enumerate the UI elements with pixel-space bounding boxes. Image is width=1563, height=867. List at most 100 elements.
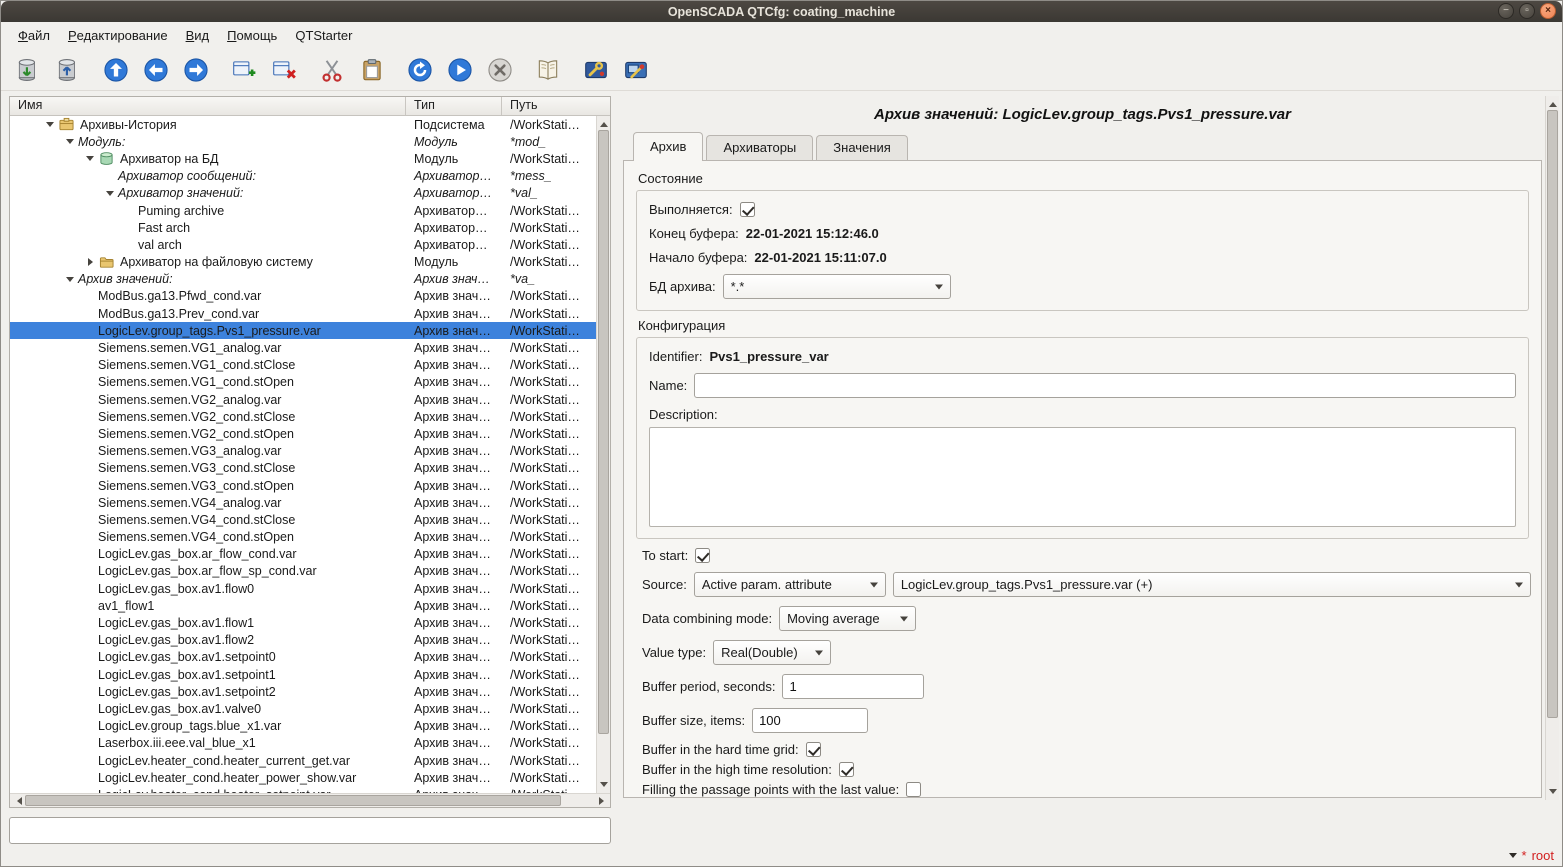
- tree-row[interactable]: LogicLev.gas_box.av1.flow2Архив знач…/Wo…: [10, 632, 596, 649]
- expander-closed-icon[interactable]: [82, 254, 98, 270]
- tree-row[interactable]: LogicLev.heater_cond.heater_current_get.…: [10, 752, 596, 769]
- tree-row[interactable]: Siemens.semen.VG1_cond.stOpenАрхив знач……: [10, 374, 596, 391]
- menu-view[interactable]: Вид: [177, 22, 219, 49]
- tree-row[interactable]: Siemens.semen.VG1_cond.stCloseАрхив знач…: [10, 357, 596, 374]
- tree-row[interactable]: ModBus.ga13.Pfwd_cond.varАрхив знач…/Wor…: [10, 288, 596, 305]
- delete-item-button[interactable]: [267, 53, 300, 86]
- scroll-left-icon[interactable]: [10, 794, 24, 807]
- tree-row[interactable]: Siemens.semen.VG3_analog.varАрхив знач…/…: [10, 443, 596, 460]
- expander-open-icon[interactable]: [62, 134, 78, 150]
- tree-row[interactable]: av1_flow1Архив знач…/WorkStati…: [10, 597, 596, 614]
- tree-row[interactable]: LogicLev.gas_box.av1.flow0Архив знач…/Wo…: [10, 580, 596, 597]
- save-to-db-button[interactable]: [51, 53, 84, 86]
- scroll-thumb[interactable]: [1547, 110, 1558, 718]
- tree-row[interactable]: LogicLev.gas_box.av1.setpoint2Архив знач…: [10, 683, 596, 700]
- tab-archive[interactable]: Архив: [633, 132, 703, 160]
- tree-row[interactable]: LogicLev.gas_box.av1.setpoint0Архив знач…: [10, 649, 596, 666]
- tree-column-header[interactable]: Путь: [502, 97, 610, 115]
- scroll-thumb[interactable]: [598, 130, 609, 734]
- manual-button[interactable]: [531, 53, 564, 86]
- tree-row[interactable]: ModBus.ga13.Prev_cond.varАрхив знач…/Wor…: [10, 305, 596, 322]
- tree-row[interactable]: Модуль:Модуль*mod_: [10, 133, 596, 150]
- tree-row[interactable]: Архиватор на файловую системуМодуль/Work…: [10, 254, 596, 271]
- tree-row[interactable]: Архиватор сообщений:Архиватор…*mess_: [10, 168, 596, 185]
- tree-row[interactable]: LogicLev.heater_cond.heater_power_show.v…: [10, 769, 596, 786]
- archive-db-select[interactable]: *.*: [723, 274, 951, 299]
- tree-row[interactable]: Siemens.semen.VG2_cond.stCloseАрхив знач…: [10, 408, 596, 425]
- back-button[interactable]: [139, 53, 172, 86]
- tree-row[interactable]: Siemens.semen.VG1_analog.varАрхив знач…/…: [10, 339, 596, 356]
- tree-row[interactable]: Siemens.semen.VG4_analog.varАрхив знач…/…: [10, 494, 596, 511]
- tree-row[interactable]: Siemens.semen.VG2_cond.stOpenАрхив знач……: [10, 425, 596, 442]
- source-type-select[interactable]: Active param. attribute: [694, 572, 886, 597]
- to-start-checkbox[interactable]: [695, 548, 710, 563]
- add-item-button[interactable]: [227, 53, 260, 86]
- tree-row[interactable]: Архивы-ИсторияПодсистема/WorkStati…: [10, 116, 596, 133]
- scroll-track[interactable]: [24, 794, 596, 807]
- tab-values[interactable]: Значения: [816, 135, 907, 160]
- tree-row[interactable]: LogicLev.group_tags.blue_x1.varАрхив зна…: [10, 718, 596, 735]
- tree-row[interactable]: LogicLev.gas_box.ar_flow_sp_cond.varАрхи…: [10, 563, 596, 580]
- scroll-up-icon[interactable]: [597, 116, 611, 129]
- scroll-track[interactable]: [597, 129, 610, 780]
- command-input[interactable]: [9, 817, 611, 844]
- expander-open-icon[interactable]: [42, 117, 58, 133]
- scroll-down-icon[interactable]: [597, 780, 611, 793]
- maximize-button[interactable]: ▫: [1519, 3, 1535, 19]
- up-level-button[interactable]: [99, 53, 132, 86]
- source-value-select[interactable]: LogicLev.group_tags.Pvs1_pressure.var (+…: [893, 572, 1531, 597]
- tree-row[interactable]: LogicLev.gas_box.ar_flow_cond.varАрхив з…: [10, 546, 596, 563]
- scroll-track[interactable]: [1546, 109, 1559, 787]
- tree-vertical-scrollbar[interactable]: [596, 116, 610, 793]
- tree-row[interactable]: LogicLev.gas_box.av1.valve0Архив знач…/W…: [10, 700, 596, 717]
- hard-grid-checkbox[interactable]: [806, 742, 821, 757]
- tree-row[interactable]: Архиватор на БДМодуль/WorkStati…: [10, 150, 596, 167]
- tree-row[interactable]: Siemens.semen.VG2_analog.varАрхив знач…/…: [10, 391, 596, 408]
- expander-open-icon[interactable]: [82, 151, 98, 167]
- scroll-right-icon[interactable]: [596, 794, 610, 807]
- tree-row[interactable]: val archАрхиватор…/WorkStati…: [10, 236, 596, 253]
- tree-row[interactable]: Puming archiveАрхиватор…/WorkStati…: [10, 202, 596, 219]
- buffer-size-input[interactable]: [752, 708, 868, 733]
- menu-file[interactable]: Файл: [9, 22, 59, 49]
- value-type-select[interactable]: Real(Double): [713, 640, 831, 665]
- scroll-thumb[interactable]: [25, 795, 561, 806]
- tree-row[interactable]: Архиватор значений:Архиватор…*val_: [10, 185, 596, 202]
- tree-row[interactable]: LogicLev.gas_box.av1.flow1Архив знач…/Wo…: [10, 614, 596, 631]
- running-checkbox[interactable]: [740, 202, 755, 217]
- paste-item-button[interactable]: [355, 53, 388, 86]
- stop-updating-button[interactable]: [483, 53, 516, 86]
- menu-qtstarter[interactable]: QTStarter: [286, 22, 361, 49]
- buffer-period-input[interactable]: [782, 674, 924, 699]
- tree-column-header[interactable]: Имя: [10, 97, 406, 115]
- tree-row[interactable]: LogicLev.group_tags.Pvs1_pressure.varАрх…: [10, 322, 596, 339]
- forward-button[interactable]: [179, 53, 212, 86]
- refresh-button[interactable]: [403, 53, 436, 86]
- tree-row[interactable]: Laserbox.iii.eee.val_blue_x1Архив знач…/…: [10, 735, 596, 752]
- tree-row[interactable]: Siemens.semen.VG4_cond.stOpenАрхив знач……: [10, 529, 596, 546]
- tree-row[interactable]: LogicLev.gas_box.av1.setpoint1Архив знач…: [10, 666, 596, 683]
- scroll-down-icon[interactable]: [1546, 787, 1560, 800]
- menu-edit[interactable]: Редактирование: [59, 22, 177, 49]
- qtcfg-tool-button[interactable]: [579, 53, 612, 86]
- tree-row[interactable]: Siemens.semen.VG4_cond.stCloseАрхив знач…: [10, 511, 596, 528]
- description-textarea[interactable]: [649, 427, 1516, 527]
- high-res-checkbox[interactable]: [839, 762, 854, 777]
- tab-archivers[interactable]: Архиваторы: [706, 135, 813, 160]
- panel-vertical-scrollbar[interactable]: [1545, 96, 1559, 800]
- fill-passage-checkbox[interactable]: [906, 782, 921, 797]
- tree-row[interactable]: Siemens.semen.VG3_cond.stOpenАрхив знач……: [10, 477, 596, 494]
- tree-row[interactable]: Fast archАрхиватор…/WorkStati…: [10, 219, 596, 236]
- expander-open-icon[interactable]: [62, 271, 78, 287]
- tree-horizontal-scrollbar[interactable]: [10, 793, 610, 807]
- vision-tool-button[interactable]: [619, 53, 652, 86]
- start-updating-button[interactable]: [443, 53, 476, 86]
- expander-open-icon[interactable]: [102, 185, 118, 201]
- tree-row[interactable]: Siemens.semen.VG3_cond.stCloseАрхив знач…: [10, 460, 596, 477]
- scroll-up-icon[interactable]: [1546, 96, 1560, 109]
- load-from-db-button[interactable]: [11, 53, 44, 86]
- tree-row[interactable]: LogicLev.heater_cond.heater_setpoint.var…: [10, 786, 596, 793]
- combining-mode-select[interactable]: Moving average: [779, 606, 916, 631]
- tree-column-header[interactable]: Тип: [406, 97, 502, 115]
- panel-splitter[interactable]: [611, 96, 620, 808]
